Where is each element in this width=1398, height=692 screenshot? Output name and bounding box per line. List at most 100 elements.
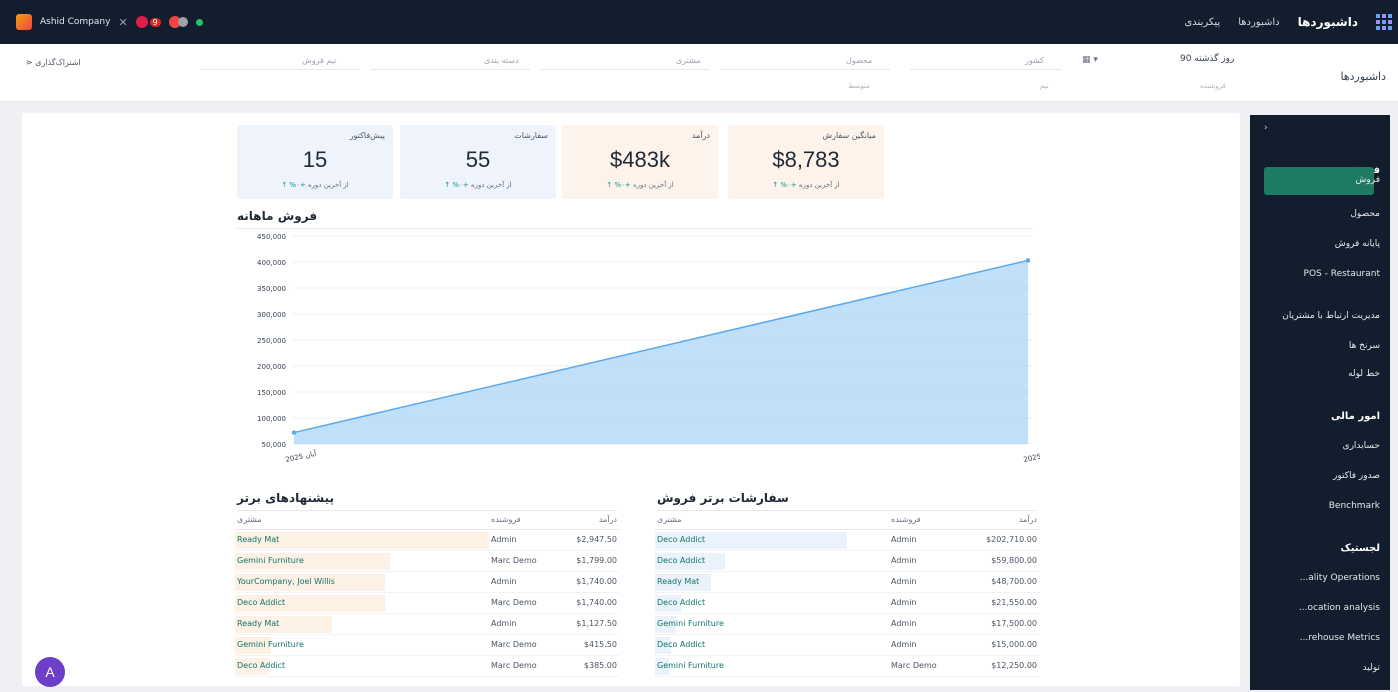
customer-cell[interactable]: Deco Addict <box>655 529 889 551</box>
table-row[interactable]: Gemini Furniture Marc Demo $415.50 <box>235 634 619 656</box>
filter-product[interactable]: محصول <box>846 56 872 65</box>
sidebar-item[interactable]: تولید <box>1363 663 1380 673</box>
customer-name: Gemini Furniture <box>657 619 724 628</box>
kpi-quotations[interactable]: پیش‌فاکتور 15 از آخرین دوره +۰% ↑ <box>237 125 393 199</box>
customer-cell[interactable]: Deco Addict <box>655 634 889 656</box>
calendar-icon[interactable]: ▦ ▾ <box>1082 55 1098 65</box>
table-row[interactable]: Deco Addict Admin $21,550.00 <box>655 592 1039 614</box>
table-row[interactable]: Ready Mat Admin $48,700.00 <box>655 571 1039 593</box>
table-row[interactable]: YourCompany, Joel Willis Admin $1,740.00 <box>235 571 619 593</box>
kpi-orders[interactable]: سفارشات 55 از آخرین دوره +۰% ↑ <box>400 125 556 199</box>
sidebar-item[interactable]: پایانه فروش <box>1335 239 1380 249</box>
sidebar-item[interactable]: Benchmark <box>1329 501 1380 511</box>
nav-configuration[interactable]: پیکربندی <box>1184 17 1220 28</box>
sidebar-toggle-icon[interactable]: › <box>1264 123 1268 133</box>
activity-badge: 9 <box>149 17 161 27</box>
kpi-average-order[interactable]: میانگین سفارش $8,783 از آخرین دوره +۰% ↑ <box>728 125 884 199</box>
y-tick-label: 150,000 <box>257 389 286 397</box>
kpi-trend-text: از آخرین دوره <box>470 181 512 189</box>
monthly-sales-chart[interactable]: 450,000 400,000 350,000 300,000 250,000 200,0… <box>234 230 1040 482</box>
customer-cell[interactable]: Ready Mat <box>655 571 889 593</box>
col-revenue[interactable]: درآمد <box>973 511 1039 530</box>
status-dot-icon <box>195 18 203 26</box>
sidebar-item[interactable]: سرنخ ها <box>1349 341 1380 351</box>
filter-sales-team[interactable]: تیم فروش <box>302 56 336 65</box>
salesperson-cell: Admin <box>489 613 561 635</box>
sidebar-item[interactable]: ...ocation analysis <box>1299 603 1380 613</box>
kpi-label: پیش‌فاکتور <box>349 131 385 140</box>
filter-category[interactable]: دسته بندی <box>484 56 519 65</box>
revenue-cell: $12,250.00 <box>973 655 1039 677</box>
kpi-value: $483k <box>610 147 670 172</box>
customer-cell[interactable]: YourCompany, Joel Willis <box>235 571 489 593</box>
share-button[interactable]: اشتراک‌گذاری ⋖ <box>26 58 81 67</box>
col-salesperson[interactable]: فروشنده <box>889 511 973 530</box>
x-tick-label: آبان 2025 <box>285 448 318 464</box>
table-row[interactable]: Deco Addict Admin $15,000.00 <box>655 634 1039 656</box>
filter-country[interactable]: کشور <box>1025 56 1044 65</box>
customer-cell[interactable]: Deco Addict <box>655 592 889 614</box>
company-name[interactable]: Ashid Company <box>40 17 110 27</box>
customer-cell[interactable]: Ready Mat <box>235 613 489 635</box>
sidebar-item[interactable]: ...ality Operations <box>1300 573 1380 583</box>
table-row[interactable]: Deco Addict Marc Demo $385.00 <box>235 655 619 677</box>
control-panel: داشبوردها اشتراک‌گذاری ⋖ 90 روز گذشته فر… <box>0 44 1398 102</box>
table-row[interactable]: Deco Addict Admin $59,800.00 <box>655 550 1039 572</box>
dashboard-sidebar: › فروشفروشمحصولپایانه فروشPOS - Restaura… <box>1250 115 1390 690</box>
table-row[interactable]: Gemini Furniture Marc Demo $12,250.00 <box>655 655 1039 677</box>
kpi-value: $8,783 <box>772 147 840 172</box>
table-row[interactable]: Deco Addict Admin $202,710.00 <box>655 529 1039 551</box>
period-filter[interactable]: 90 روز گذشته <box>1180 54 1234 64</box>
activity-icon[interactable]: 9 <box>135 16 161 28</box>
data-point <box>291 430 297 435</box>
customer-cell[interactable]: Deco Addict <box>235 592 489 614</box>
table-row[interactable]: Deco Addict Marc Demo $1,740.00 <box>235 592 619 614</box>
table-row[interactable]: Ready Mat Admin $2,947.50 <box>235 529 619 551</box>
table-row[interactable]: Gemini Furniture Admin $17,500.00 <box>655 613 1039 635</box>
col-customer[interactable]: مشتری <box>655 511 889 530</box>
chat-icon[interactable] <box>168 16 188 28</box>
sidebar-item[interactable]: فروش <box>1355 175 1380 185</box>
table-row[interactable]: Gemini Furniture Marc Demo $1,799.00 <box>235 550 619 572</box>
col-revenue[interactable]: درآمد <box>561 511 619 530</box>
customer-cell[interactable]: Gemini Furniture <box>655 655 889 677</box>
col-salesperson[interactable]: فروشنده <box>489 511 561 530</box>
table-row[interactable]: Ready Mat Admin $1,127.50 <box>235 613 619 635</box>
customer-cell[interactable]: Gemini Furniture <box>655 613 889 635</box>
sidebar-item[interactable]: ...rehouse Metrics <box>1300 633 1380 643</box>
y-tick-label: 50,000 <box>262 441 287 449</box>
data-point <box>1025 258 1031 263</box>
filter-category-line <box>370 69 530 70</box>
customer-name: Deco Addict <box>237 661 286 670</box>
company-switcher[interactable]: Ashid Company ✕ 9 <box>16 10 203 34</box>
customer-name: Deco Addict <box>657 598 706 607</box>
customer-cell[interactable]: Ready Mat <box>235 529 489 551</box>
sidebar-item[interactable]: مدیریت ارتباط با مشتریان <box>1282 311 1380 321</box>
revenue-cell: $1,799.00 <box>561 550 619 572</box>
kpi-revenue[interactable]: درآمد $483k از آخرین دوره +۰% ↑ <box>562 125 718 199</box>
sidebar-item[interactable]: POS - Restaurant <box>1304 269 1380 279</box>
y-tick-label: 200,000 <box>257 363 286 371</box>
user-avatar[interactable]: A <box>35 657 65 687</box>
sidebar-item[interactable]: محصول <box>1350 209 1380 219</box>
salesperson-cell: Admin <box>489 571 561 593</box>
customer-cell[interactable]: Deco Addict <box>655 550 889 572</box>
sidebar-item[interactable]: خط لوله <box>1348 369 1380 379</box>
customer-cell[interactable]: Gemini Furniture <box>235 550 489 572</box>
revenue-cell: $15,000.00 <box>973 634 1039 656</box>
col-customer[interactable]: مشتری <box>235 511 489 530</box>
close-icon[interactable]: ✕ <box>118 16 127 29</box>
customer-name: Deco Addict <box>657 556 706 565</box>
sidebar-item[interactable]: صدور فاکتور <box>1333 471 1380 481</box>
sidebar-item[interactable]: حسابداری <box>1343 441 1380 451</box>
customer-name: Ready Mat <box>237 535 280 544</box>
revenue-cell: $1,740.00 <box>561 592 619 614</box>
y-tick-label: 350,000 <box>257 285 286 293</box>
period-sub: فروشنده <box>1200 82 1226 90</box>
customer-cell[interactable]: Deco Addict <box>235 655 489 677</box>
filter-customer[interactable]: مشتری <box>676 56 701 65</box>
app-brand[interactable]: داشبوردها <box>1298 15 1358 29</box>
nav-dashboards[interactable]: داشبوردها <box>1238 17 1279 28</box>
customer-cell[interactable]: Gemini Furniture <box>235 634 489 656</box>
apps-grid-icon[interactable] <box>1376 14 1392 30</box>
